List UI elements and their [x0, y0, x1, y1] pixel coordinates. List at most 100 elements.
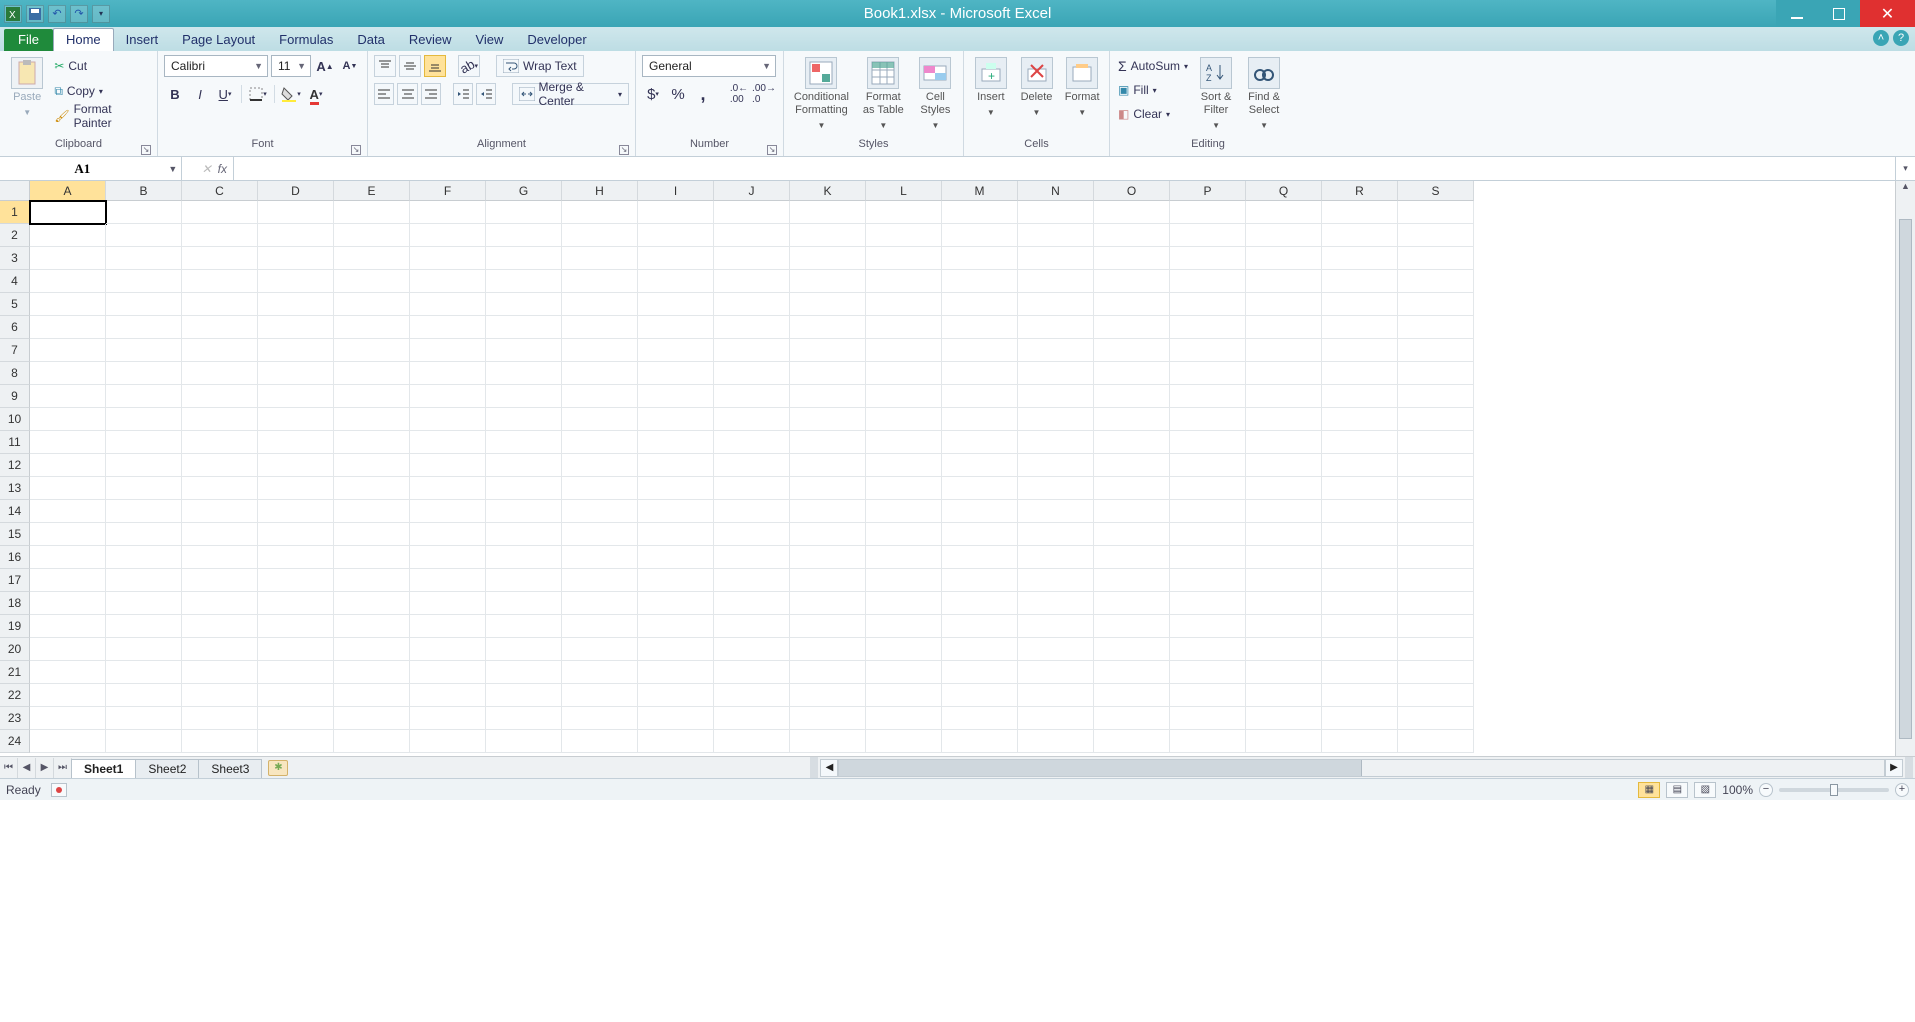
- font-color-button[interactable]: A▾: [305, 83, 327, 105]
- cell[interactable]: [1170, 707, 1246, 730]
- cell[interactable]: [1246, 270, 1322, 293]
- cell[interactable]: [1018, 523, 1094, 546]
- cell[interactable]: [1170, 408, 1246, 431]
- cell[interactable]: [182, 477, 258, 500]
- cell[interactable]: [790, 684, 866, 707]
- cell[interactable]: [30, 431, 106, 454]
- redo-icon[interactable]: ↷: [70, 5, 88, 23]
- cell[interactable]: [714, 615, 790, 638]
- cell[interactable]: [182, 224, 258, 247]
- cell[interactable]: [1398, 362, 1474, 385]
- bold-button[interactable]: B: [164, 83, 186, 105]
- format-painter-button[interactable]: 🖌 Format Painter: [52, 105, 151, 127]
- cell[interactable]: [942, 477, 1018, 500]
- cell[interactable]: [1246, 477, 1322, 500]
- cell[interactable]: [486, 661, 562, 684]
- row-header[interactable]: 11: [0, 431, 30, 454]
- cell[interactable]: [942, 500, 1018, 523]
- cell[interactable]: [790, 661, 866, 684]
- cell[interactable]: [1322, 385, 1398, 408]
- row-header[interactable]: 23: [0, 707, 30, 730]
- cell[interactable]: [942, 454, 1018, 477]
- cell[interactable]: [866, 201, 942, 224]
- cell[interactable]: [1094, 546, 1170, 569]
- sheet-tab-1[interactable]: Sheet1: [71, 759, 136, 778]
- row-header[interactable]: 9: [0, 385, 30, 408]
- cell[interactable]: [562, 224, 638, 247]
- cell[interactable]: [1170, 730, 1246, 753]
- cell[interactable]: [106, 707, 182, 730]
- zoom-value[interactable]: 100%: [1722, 783, 1753, 797]
- column-header[interactable]: E: [334, 181, 410, 201]
- cell-styles-button[interactable]: Cell Styles▼: [914, 55, 957, 132]
- currency-button[interactable]: $▾: [642, 83, 664, 105]
- cell[interactable]: [182, 615, 258, 638]
- cell[interactable]: [1398, 339, 1474, 362]
- cell[interactable]: [942, 661, 1018, 684]
- column-header[interactable]: G: [486, 181, 562, 201]
- tab-developer[interactable]: Developer: [515, 29, 598, 51]
- vertical-scrollbar[interactable]: ▲: [1895, 181, 1915, 756]
- grow-font-button[interactable]: A▲: [314, 55, 336, 77]
- column-header[interactable]: N: [1018, 181, 1094, 201]
- minimize-ribbon-icon[interactable]: ˄: [1873, 30, 1889, 46]
- cell[interactable]: [714, 247, 790, 270]
- cell[interactable]: [866, 500, 942, 523]
- cell[interactable]: [1322, 569, 1398, 592]
- cell[interactable]: [1246, 339, 1322, 362]
- cell[interactable]: [106, 546, 182, 569]
- cell[interactable]: [1018, 500, 1094, 523]
- cell[interactable]: [942, 362, 1018, 385]
- cell[interactable]: [1322, 477, 1398, 500]
- cell[interactable]: [638, 270, 714, 293]
- cell[interactable]: [1246, 707, 1322, 730]
- column-header[interactable]: K: [790, 181, 866, 201]
- cell[interactable]: [638, 523, 714, 546]
- tab-home[interactable]: Home: [53, 28, 114, 51]
- cell[interactable]: [714, 477, 790, 500]
- sheet-tab-2[interactable]: Sheet2: [135, 759, 199, 778]
- fill-button[interactable]: ▣ Fill ▾: [1116, 79, 1190, 101]
- row-header[interactable]: 3: [0, 247, 30, 270]
- cell[interactable]: [638, 362, 714, 385]
- cell[interactable]: [638, 454, 714, 477]
- cell[interactable]: [638, 546, 714, 569]
- cell[interactable]: [106, 270, 182, 293]
- cell[interactable]: [30, 684, 106, 707]
- cell[interactable]: [942, 408, 1018, 431]
- underline-button[interactable]: U▾: [214, 83, 236, 105]
- cell[interactable]: [714, 707, 790, 730]
- minimize-button[interactable]: [1776, 0, 1818, 27]
- cell[interactable]: [790, 362, 866, 385]
- cell[interactable]: [866, 592, 942, 615]
- row-header[interactable]: 19: [0, 615, 30, 638]
- cell[interactable]: [486, 224, 562, 247]
- cell[interactable]: [106, 523, 182, 546]
- align-center-button[interactable]: [397, 83, 417, 105]
- cell[interactable]: [714, 546, 790, 569]
- cell[interactable]: [410, 684, 486, 707]
- cell[interactable]: [562, 730, 638, 753]
- cell[interactable]: [106, 408, 182, 431]
- cell[interactable]: [1398, 201, 1474, 224]
- cell[interactable]: [30, 247, 106, 270]
- cell[interactable]: [1322, 707, 1398, 730]
- cell[interactable]: [1170, 431, 1246, 454]
- cell[interactable]: [182, 661, 258, 684]
- cell[interactable]: [486, 270, 562, 293]
- cell[interactable]: [410, 408, 486, 431]
- cell[interactable]: [866, 546, 942, 569]
- cell[interactable]: [942, 546, 1018, 569]
- align-bottom-button[interactable]: [424, 55, 446, 77]
- cell[interactable]: [942, 270, 1018, 293]
- cell[interactable]: [714, 362, 790, 385]
- cell[interactable]: [790, 569, 866, 592]
- cell[interactable]: [1094, 362, 1170, 385]
- cell[interactable]: [486, 316, 562, 339]
- tab-scroll-splitter[interactable]: [810, 757, 818, 778]
- cell[interactable]: [1094, 224, 1170, 247]
- qat-customize-icon[interactable]: ▾: [92, 5, 110, 23]
- cell[interactable]: [1170, 385, 1246, 408]
- cell[interactable]: [1094, 569, 1170, 592]
- cell[interactable]: [182, 500, 258, 523]
